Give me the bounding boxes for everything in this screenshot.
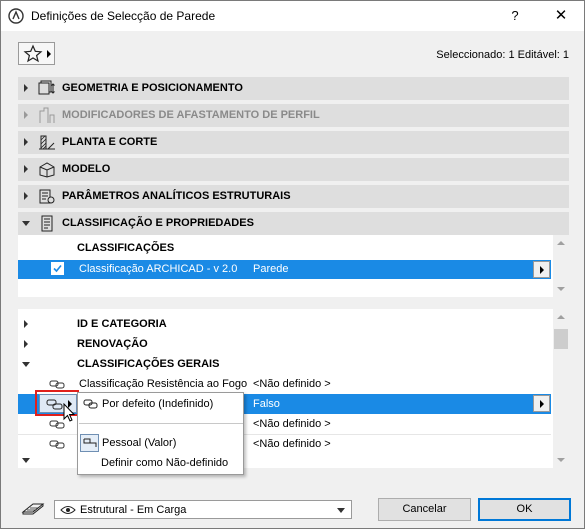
collapse-arrow-icon — [22, 221, 30, 226]
title-bar: Definições de Selecção de Parede ? ✕ — [1, 1, 584, 31]
panel-profile-offset: MODIFICADORES DE AFASTAMENTO DE PERFIL — [18, 104, 569, 127]
structural-function-icon — [21, 503, 45, 515]
classification-dropdown-button[interactable] — [533, 261, 550, 278]
menu-item-label: Definir como Não-definido — [101, 457, 229, 469]
expand-arrow-icon — [24, 165, 28, 173]
classifications-list: CLASSIFICAÇÕES Classificação ARCHICAD - … — [18, 235, 569, 297]
menu-separator — [79, 423, 243, 424]
default-link-icon — [49, 440, 65, 449]
classifications-heading: CLASSIFICAÇÕES — [77, 242, 175, 254]
menu-item-custom[interactable]: Pessoal (Valor) — [78, 433, 243, 453]
mouse-pointer-icon — [63, 403, 76, 422]
panel-classification[interactable]: CLASSIFICAÇÃO E PROPRIEDADES — [18, 212, 569, 235]
collapse-arrow-icon — [22, 362, 30, 367]
scroll-up-icon[interactable] — [557, 315, 565, 319]
panel-model[interactable]: MODELO — [18, 158, 569, 181]
custom-link-icon — [83, 438, 97, 447]
property-value: <Não definido > — [253, 418, 331, 430]
property-group-label: CLASSIFICAÇÕES GERAIS — [77, 358, 220, 370]
menu-item-default[interactable]: Por defeito (Indefinido) — [78, 394, 243, 414]
panel-label: GEOMETRIA E POSICIONAMENTO — [62, 82, 243, 94]
menu-item-undefined[interactable]: Definir como Não-definido — [78, 453, 243, 473]
classification-icon — [41, 215, 53, 232]
panel-structural[interactable]: PARÂMETROS ANALÍTICOS ESTRUTURAIS — [18, 185, 569, 208]
menu-item-label: Pessoal (Valor) — [102, 437, 177, 449]
expand-arrow-icon — [24, 138, 28, 146]
expand-arrow-icon — [24, 111, 28, 119]
dialog-footer: Estrutural - Em Carga Cancelar OK — [1, 491, 584, 528]
floor-plan-icon — [39, 135, 55, 150]
structural-icon — [39, 189, 55, 204]
profile-offset-icon — [39, 107, 55, 123]
default-link-icon — [49, 380, 65, 389]
expand-arrow-icon — [24, 192, 28, 200]
archicad-logo-icon — [8, 8, 24, 24]
property-group-label: ID E CATEGORIA — [77, 318, 167, 330]
expand-arrow-icon — [24, 84, 28, 92]
property-value: <Não definido > — [253, 438, 331, 450]
properties-scrollbar[interactable] — [553, 309, 569, 468]
scroll-down-icon[interactable] — [557, 287, 565, 291]
property-dropdown-button[interactable] — [533, 395, 550, 412]
expand-arrow-icon — [24, 340, 28, 348]
structural-function-select[interactable]: Estrutural - Em Carga — [54, 500, 352, 519]
scrollbar-thumb[interactable] — [554, 329, 568, 349]
cancel-button[interactable]: Cancelar — [378, 498, 471, 521]
property-group-row[interactable]: CLASSIFICAÇÕES GERAIS — [18, 354, 551, 374]
value-source-menu: Por defeito (Indefinido) Pessoal (Valor)… — [77, 392, 244, 475]
default-link-icon — [83, 399, 98, 409]
check-icon — [53, 264, 62, 273]
star-icon — [23, 44, 43, 63]
scroll-down-icon[interactable] — [557, 458, 565, 462]
help-button[interactable]: ? — [492, 1, 538, 31]
classification-name: Classificação ARCHICAD - v 2.0 — [79, 263, 238, 275]
scroll-up-icon[interactable] — [557, 241, 565, 245]
panel-label: CLASSIFICAÇÃO E PROPRIEDADES — [62, 217, 254, 229]
model-icon — [39, 162, 55, 178]
panel-floor-plan[interactable]: PLANTA E CORTE — [18, 131, 569, 154]
panel-label: MODELO — [62, 163, 111, 175]
geometry-icon — [38, 80, 55, 95]
structural-function-value: Estrutural - Em Carga — [80, 504, 187, 516]
eye-icon — [60, 506, 76, 514]
panel-label: MODIFICADORES DE AFASTAMENTO DE PERFIL — [62, 109, 320, 121]
menu-item-label: Por defeito (Indefinido) — [102, 398, 214, 410]
ok-button[interactable]: OK — [478, 498, 571, 521]
property-group-row[interactable]: ID E CATEGORIA — [18, 314, 551, 334]
panel-label: PARÂMETROS ANALÍTICOS ESTRUTURAIS — [62, 190, 291, 202]
property-value: Falso — [253, 398, 280, 410]
property-group-row[interactable]: RENOVAÇÃO — [18, 334, 551, 354]
panel-geometry[interactable]: GEOMETRIA E POSICIONAMENTO — [18, 77, 569, 100]
close-button[interactable]: ✕ — [538, 1, 584, 31]
property-name: Classificação Resistência ao Fogo — [79, 378, 248, 390]
classification-checkbox[interactable] — [51, 262, 64, 275]
classifications-scrollbar[interactable] — [553, 235, 569, 297]
panel-label: PLANTA E CORTE — [62, 136, 158, 148]
selection-info: Seleccionado: 1 Editável: 1 — [436, 49, 569, 61]
classification-value: Parede — [253, 263, 289, 275]
window-title: Definições de Selecção de Parede — [31, 9, 216, 23]
property-value: <Não definido > — [253, 378, 331, 390]
chevron-down-icon — [337, 508, 345, 513]
dialog-window: Definições de Selecção de Parede ? ✕ Sel… — [0, 0, 585, 529]
property-row[interactable]: Classificação Resistência ao Fogo <Não d… — [18, 374, 551, 394]
classification-row[interactable]: Classificação ARCHICAD - v 2.0 Parede — [18, 260, 551, 279]
expand-arrow-icon — [24, 320, 28, 328]
chevron-right-icon — [47, 50, 51, 58]
collapse-arrow-icon — [22, 458, 30, 463]
favorites-button[interactable] — [18, 42, 55, 65]
property-group-label: RENOVAÇÃO — [77, 338, 148, 350]
